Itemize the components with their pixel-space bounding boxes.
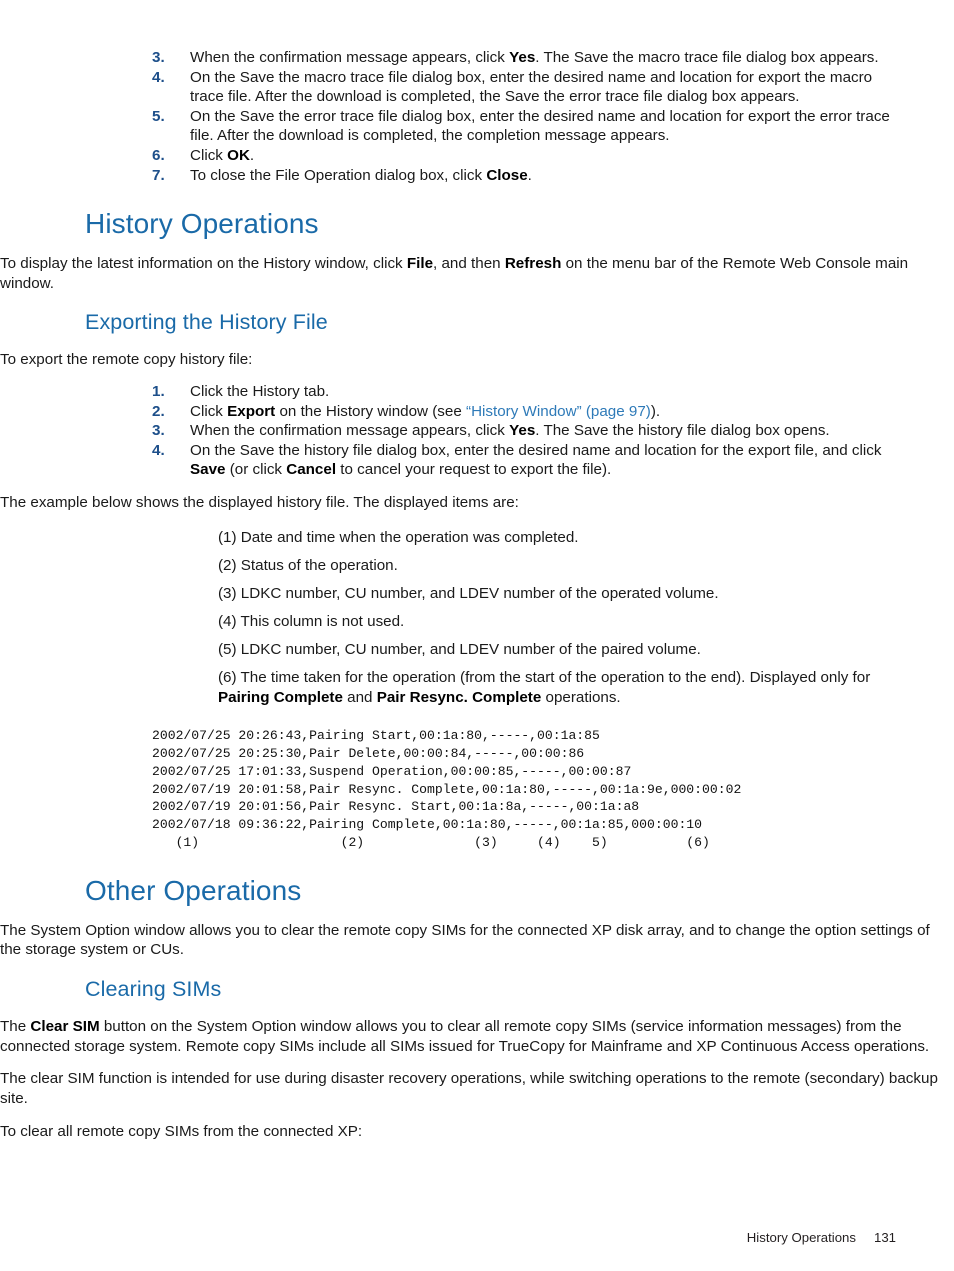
procedure-step: 7. To close the File Operation dialog box… — [152, 166, 898, 186]
step-text: Click Export on the History window (see … — [190, 403, 660, 420]
clearing-sims-paragraph-3: To clear all remote copy SIMs from the c… — [0, 1123, 363, 1141]
emphasis-text: Save — [190, 461, 226, 479]
step-text: To close the File Operation dialog box, … — [190, 167, 532, 184]
step-text: When the confirmation message appears, c… — [190, 422, 830, 439]
emphasis-text: File — [406, 255, 434, 273]
procedure-step: 2. Click Export on the History window (se… — [152, 402, 898, 422]
step-number: 2. — [152, 402, 165, 420]
footer-section-title: History Operations — [746, 1230, 856, 1245]
text-run: (or click — [225, 461, 287, 479]
step-number: 4. — [152, 441, 165, 459]
procedure-step: 1. Click the History tab. — [152, 382, 898, 402]
procedure-step: 4. On the Save the macro trace file dialo… — [152, 68, 898, 107]
heading-exporting-the-history-file: Exporting the History File — [85, 310, 328, 335]
text-run: . — [527, 166, 532, 184]
top-procedure-list: 3. When the confirmation message appears,… — [0, 48, 954, 185]
step-number: 3. — [152, 422, 165, 440]
step-number: 3. — [152, 49, 165, 66]
text-run: On the Save the macro trace file dialog … — [190, 68, 873, 106]
other-operations-intro-paragraph: The System Option window allows you to c… — [0, 921, 930, 959]
column-description-line: (4) This column is not used. — [218, 612, 894, 632]
text-run: When the confirmation message appears, c… — [190, 49, 510, 66]
step-number: 4. — [152, 68, 165, 86]
text-run: to cancel your request to export the fil… — [336, 461, 612, 479]
footer-page-number: 131 — [873, 1230, 896, 1245]
text-run: button on the System Option window allow… — [0, 1017, 930, 1055]
example-intro-text: The example below shows the displayed hi… — [0, 493, 519, 511]
cross-reference-link[interactable]: “History Window” (page 97) — [466, 403, 651, 420]
procedure-step: 6. Click OK. — [152, 146, 898, 166]
step-text: When the confirmation message appears, c… — [190, 49, 879, 66]
column-description-line: (1) Date and time when the operation was… — [218, 528, 894, 548]
emphasis-text: Cancel — [286, 461, 337, 479]
clearing-sims-paragraph-2: The clear SIM function is intended for u… — [0, 1070, 938, 1107]
heading-other-operations: Other Operations — [85, 874, 302, 906]
text-run: and — [342, 688, 377, 706]
text-run: To close the File Operation dialog box, … — [190, 166, 487, 184]
text-run: On the Save the error trace file dialog … — [190, 107, 890, 145]
step-number: 7. — [152, 166, 165, 184]
text-run: When the confirmation message appears, c… — [190, 422, 510, 440]
column-description-line: (3) LDKC number, CU number, and LDEV num… — [218, 584, 894, 604]
step-number: 6. — [152, 146, 165, 164]
procedure-step: 3. When the confirmation message appears,… — [152, 421, 898, 441]
text-run: (5) LDKC number, CU number, and LDEV num… — [218, 640, 701, 658]
clearing-sims-paragraph-1: The Clear SIM button on the System Optio… — [0, 1017, 954, 1056]
history-file-example-code: 2002/07/25 20:26:43,Pairing Start,00:1a:… — [152, 728, 742, 850]
text-run: Click — [190, 146, 228, 164]
procedure-step: 3. When the confirmation message appears,… — [152, 48, 898, 68]
step-text: On the Save the history file dialog box,… — [190, 442, 881, 479]
page-footer: History Operations 131 — [0, 1230, 896, 1245]
emphasis-text: Export — [227, 402, 276, 420]
heading-clearing-sims: Clearing SIMs — [85, 976, 222, 1001]
text-run: On the Save the history file dialog box,… — [190, 441, 882, 459]
emphasis-text: OK — [227, 146, 250, 164]
step-text: Click the History tab. — [190, 383, 329, 400]
text-run: The — [0, 1017, 31, 1035]
text-run: To display the latest information on the… — [0, 255, 407, 273]
emphasis-text: Close — [486, 166, 528, 184]
text-run: on the History window (see — [275, 402, 467, 420]
history-operations-intro-paragraph: To display the latest information on the… — [0, 254, 954, 293]
text-run: ). — [650, 402, 661, 420]
emphasis-text: Pairing Complete — [218, 688, 343, 706]
step-text: On the Save the error trace file dialog … — [190, 108, 890, 145]
step-number: 1. — [152, 382, 165, 400]
column-description-line: (6) The time taken for the operation (fr… — [218, 668, 894, 707]
text-run: . The Save the macro trace file dialog b… — [535, 49, 879, 66]
text-run: , and then — [433, 255, 505, 273]
emphasis-text: Yes — [509, 49, 536, 66]
emphasis-text: Pair Resync. Complete — [376, 688, 542, 706]
text-run: Click — [190, 402, 228, 420]
column-description-list: (1) Date and time when the operation was… — [218, 528, 894, 708]
text-run: (4) This column is not used. — [218, 612, 405, 630]
text-run: (3) LDKC number, CU number, and LDEV num… — [218, 584, 719, 602]
text-run: Click the History tab. — [190, 382, 330, 400]
text-run: operations. — [541, 688, 621, 706]
export-procedure-list: 1. Click the History tab. 2. Click Export o… — [0, 382, 954, 480]
emphasis-text: Yes — [509, 422, 536, 440]
text-run: . — [249, 146, 255, 164]
text-run: . The Save the history file dialog box o… — [535, 422, 830, 440]
emphasis-text: Clear SIM — [30, 1017, 100, 1035]
step-number: 5. — [152, 107, 165, 125]
text-run: (2) Status of the operation. — [218, 556, 398, 574]
document-page: 3. When the confirmation message appears,… — [0, 0, 954, 1271]
step-text: On the Save the macro trace file dialog … — [190, 69, 872, 106]
procedure-step: 4. On the Save the history file dialog bo… — [152, 441, 898, 480]
text-run: (6) The time taken for the operation (fr… — [218, 668, 871, 686]
emphasis-text: Refresh — [504, 255, 562, 273]
text-run: (1) Date and time when the operation was… — [218, 528, 579, 546]
step-text: Click OK. — [190, 147, 254, 164]
column-description-line: (5) LDKC number, CU number, and LDEV num… — [218, 640, 894, 660]
column-description-line: (2) Status of the operation. — [218, 556, 894, 576]
export-lead-text: To export the remote copy history file: — [0, 351, 253, 369]
heading-history-operations: History Operations — [85, 208, 319, 240]
procedure-step: 5. On the Save the error trace file dialo… — [152, 107, 898, 146]
